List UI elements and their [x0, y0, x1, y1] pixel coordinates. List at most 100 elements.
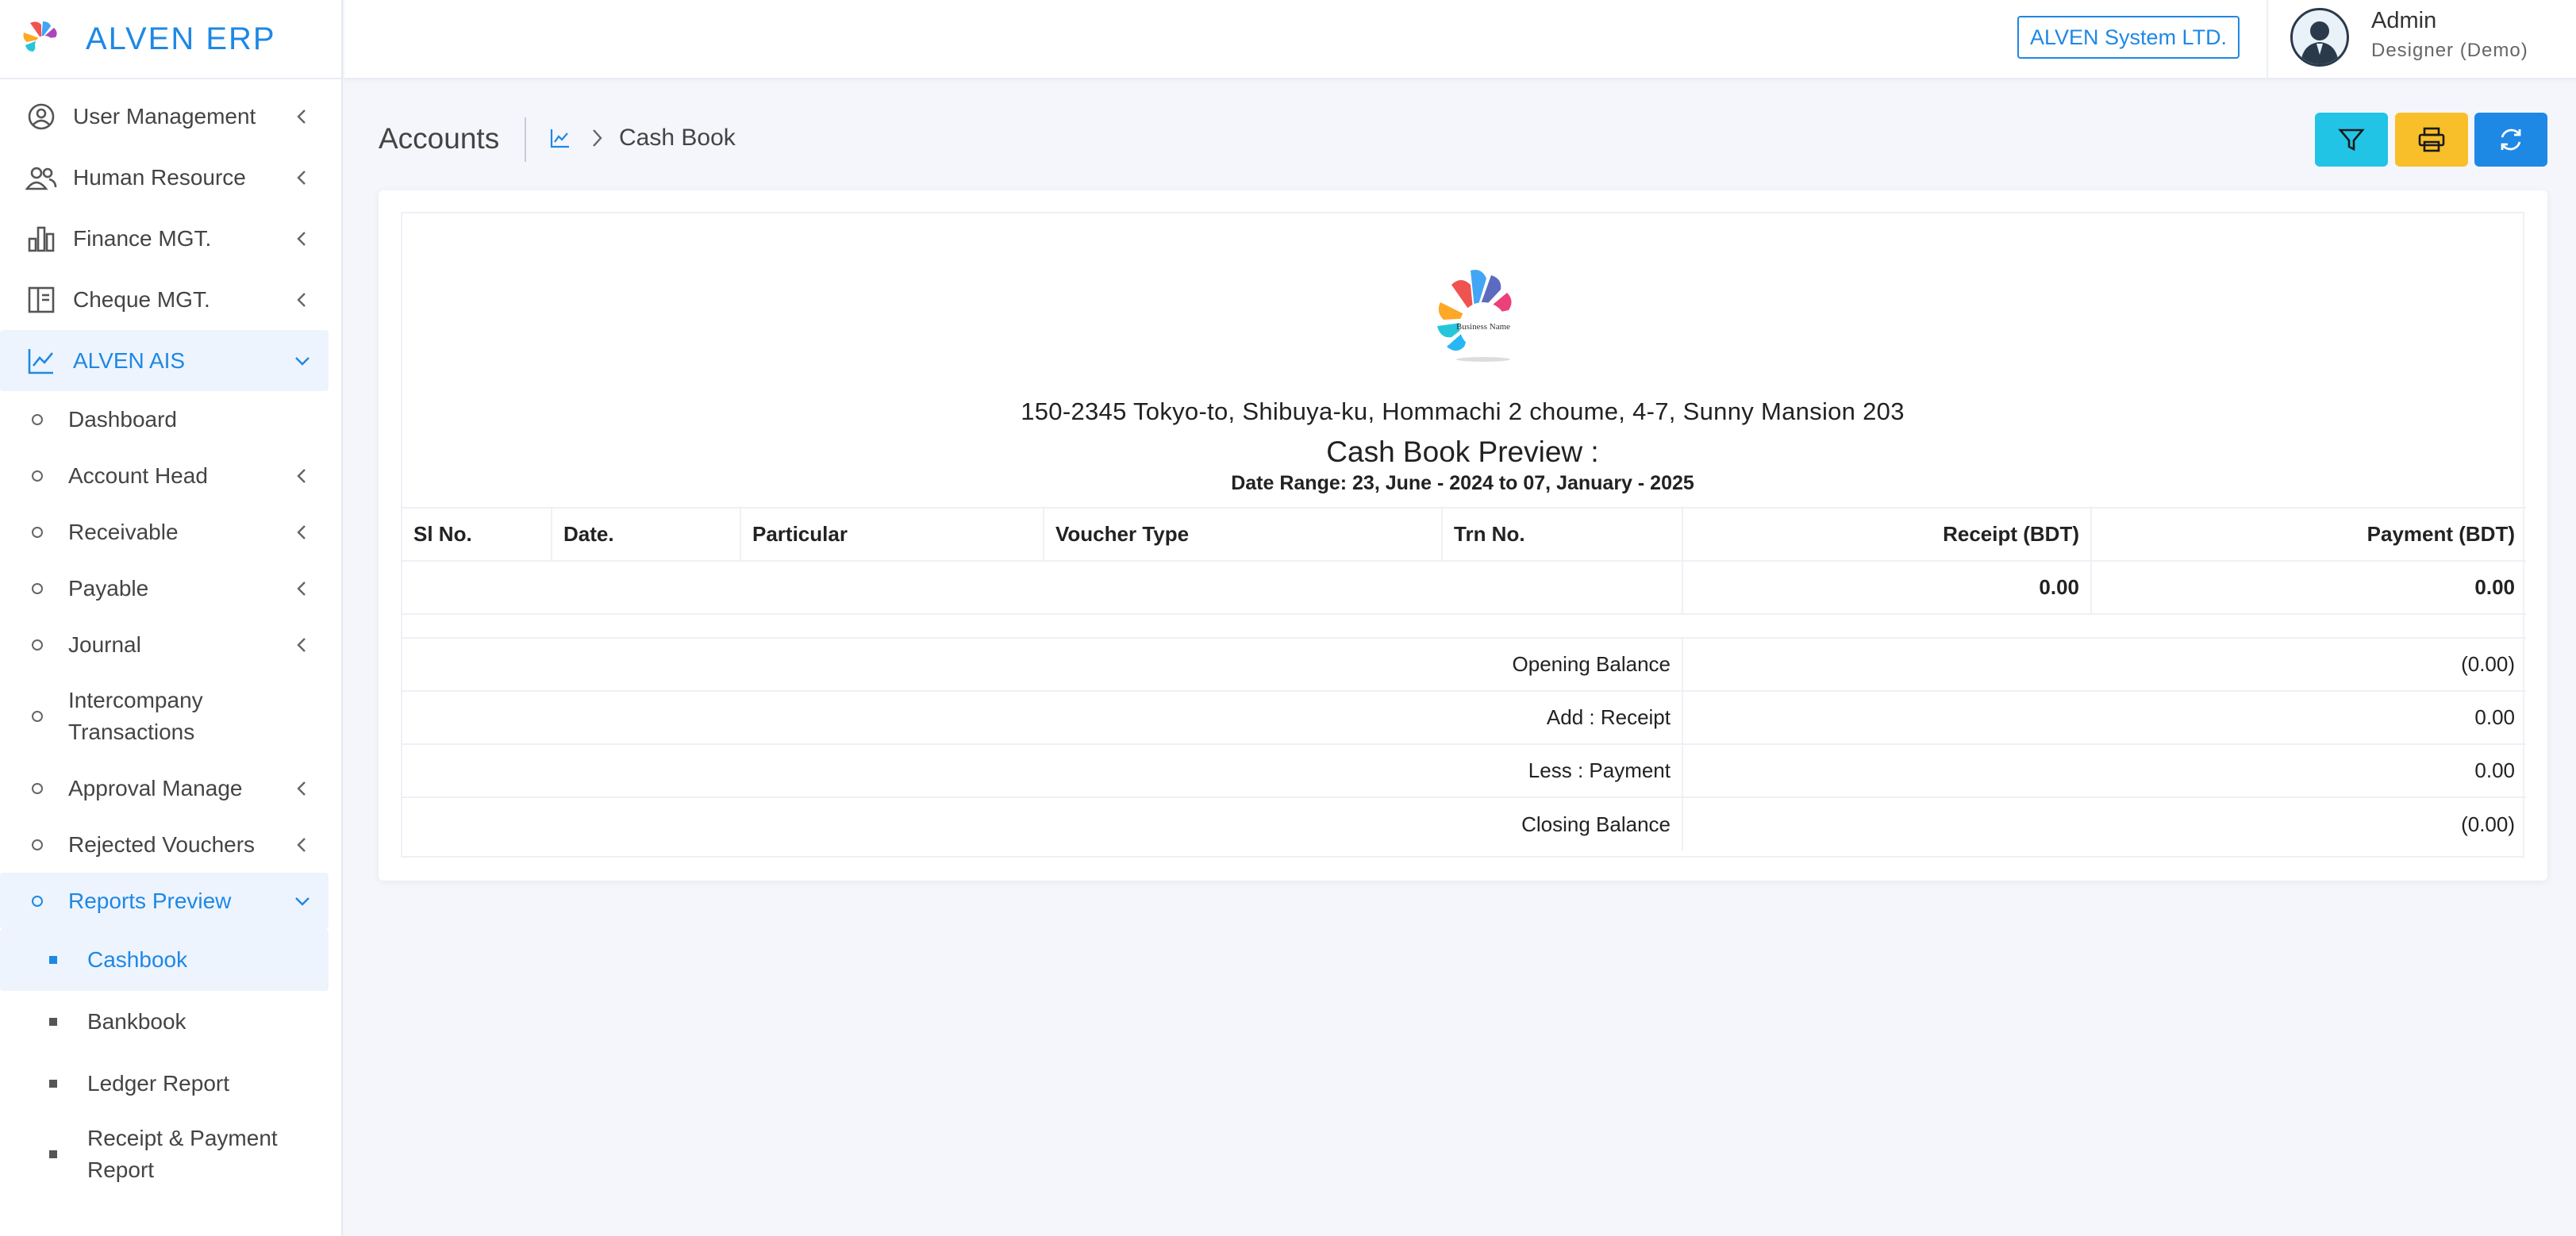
avatar[interactable]: [2290, 8, 2349, 67]
app-name: ALVEN ERP: [86, 21, 276, 56]
cheque-icon: [24, 282, 59, 317]
sidebar-subitem-dashboard[interactable]: Dashboard: [0, 391, 329, 447]
user-circle-icon: [24, 99, 59, 134]
date-range: Date Range: 23, June - 2024 to 07, Janua…: [1231, 472, 1694, 494]
sidebar-subitem-journal[interactable]: Journal: [0, 616, 329, 673]
summary-value: (0.00): [1682, 637, 2526, 691]
summary-value: (0.00): [1682, 796, 2526, 850]
topbar: [344, 0, 2576, 79]
circle-bullet-icon: [32, 639, 43, 651]
topbar-divider: [2266, 0, 2268, 79]
cash-book-table: Sl No. Date. Particular Voucher Type Trn…: [402, 507, 2526, 850]
brand[interactable]: ALVEN ERP: [0, 0, 341, 79]
column-header[interactable]: Voucher Type: [1044, 507, 1443, 561]
company-button[interactable]: ALVEN System LTD.: [2017, 16, 2240, 59]
sidebar-leaf-label: Bankbook: [87, 1009, 186, 1034]
chevron-left-icon: [297, 637, 306, 652]
sidebar-subitem-payable[interactable]: Payable: [0, 560, 329, 616]
spacer-row: [402, 613, 2526, 638]
totals-row: 0.00 0.00: [402, 560, 2526, 614]
chevron-left-icon: [297, 581, 306, 596]
user-role: Designer (Demo): [2371, 40, 2528, 61]
sidebar-item-finance-mgt[interactable]: Finance MGT.: [0, 208, 329, 269]
bar-chart-icon: [24, 221, 59, 256]
sidebar-leaf-bankbook[interactable]: Bankbook: [0, 991, 329, 1053]
sidebar-item-label: Human Resource: [73, 164, 246, 190]
sidebar: ALVEN ERP User Management Human Resource…: [0, 0, 343, 1236]
refresh-button[interactable]: [2474, 113, 2547, 167]
report-card: Business Name 150-2345 Tokyo-to, Shibuya…: [379, 190, 2547, 881]
circle-bullet-icon: [32, 470, 43, 482]
sidebar-subitem-label: Journal: [68, 631, 141, 657]
square-bullet-icon: [49, 1018, 57, 1026]
sidebar-leaf-label: Cashbook: [87, 947, 188, 972]
circle-bullet-icon: [32, 526, 43, 538]
payment-total: 0.00: [2091, 560, 2526, 614]
receipt-total: 0.00: [1682, 560, 2092, 614]
summary-label: Closing Balance: [402, 796, 1683, 850]
column-header[interactable]: Date.: [552, 507, 741, 561]
square-bullet-icon: [49, 1150, 57, 1158]
sidebar-subitem-label: Payable: [68, 575, 149, 601]
column-header[interactable]: Trn No.: [1442, 507, 1683, 561]
table-header-row: Sl No. Date. Particular Voucher Type Trn…: [402, 507, 2526, 561]
sidebar-item-human-resource[interactable]: Human Resource: [0, 147, 329, 208]
square-bullet-icon: [49, 1080, 57, 1088]
circle-bullet-icon: [32, 839, 43, 850]
sidebar-subitem-label: Intercompany Transactions: [68, 688, 203, 744]
sidebar-subitem-rejected-vouchers[interactable]: Rejected Vouchers: [0, 816, 329, 873]
sidebar-leaf-receipt-payment-report[interactable]: Receipt & Payment Report: [0, 1115, 329, 1194]
users-icon: [24, 160, 59, 195]
circle-bullet-icon: [32, 711, 43, 722]
summary-label: Add : Receipt: [402, 690, 1683, 744]
circle-bullet-icon: [32, 895, 43, 907]
sidebar-leaf-label: Receipt & Payment Report: [87, 1126, 278, 1182]
column-header[interactable]: Sl No.: [402, 507, 552, 561]
sidebar-subitem-reports-preview[interactable]: Reports Preview: [0, 873, 329, 929]
line-chart-icon: [24, 344, 59, 378]
business-logo: Business Name: [1437, 270, 1512, 362]
sidebar-item-cheque-mgt[interactable]: Cheque MGT.: [0, 269, 329, 330]
circle-bullet-icon: [32, 782, 43, 794]
sidebar-subitem-label: Reports Preview: [68, 888, 232, 913]
sidebar-subitem-intercompany-transactions[interactable]: Intercompany Transactions: [0, 673, 329, 760]
sidebar-item-alven-ais[interactable]: ALVEN AIS: [0, 330, 329, 391]
sidebar-leaf-cashbook[interactable]: Cashbook: [0, 929, 329, 991]
spacer-cell: [402, 613, 2526, 638]
company-address: 150-2345 Tokyo-to, Shibuya-ku, Hommachi …: [1021, 397, 1905, 425]
totals-empty-cell: [402, 560, 1683, 614]
filter-icon: [2338, 129, 2365, 152]
chevron-left-icon: [297, 292, 306, 307]
summary-row: Closing Balance (0.00): [402, 796, 2526, 850]
page-title: Accounts: [379, 122, 500, 155]
sidebar-leaf-ledger-report[interactable]: Ledger Report: [0, 1053, 329, 1115]
brand-logo-icon: [23, 21, 57, 55]
report-title: Cash Book Preview :: [1326, 436, 1599, 468]
chevron-left-icon: [297, 170, 306, 185]
summary-row: Less : Payment 0.00: [402, 743, 2526, 797]
chevron-left-icon: [297, 837, 306, 852]
line-chart-icon[interactable]: [549, 127, 571, 149]
filter-button[interactable]: [2315, 113, 2388, 167]
column-header[interactable]: Payment (BDT): [2091, 507, 2526, 561]
sidebar-subitem-account-head[interactable]: Account Head: [0, 447, 329, 504]
sidebar-subitem-approval-manage[interactable]: Approval Manage: [0, 760, 329, 816]
sidebar-item-label: ALVEN AIS: [73, 347, 186, 373]
sidebar-subitem-label: Approval Manage: [68, 775, 243, 800]
chevron-left-icon: [297, 109, 306, 124]
print-button[interactable]: [2395, 113, 2468, 167]
column-header[interactable]: Receipt (BDT): [1682, 507, 2092, 561]
refresh-icon: [2501, 129, 2521, 151]
sidebar-item-user-management[interactable]: User Management: [0, 86, 329, 147]
chevron-down-icon: [295, 356, 310, 366]
summary-label: Opening Balance: [402, 637, 1683, 691]
chevron-down-icon: [295, 896, 310, 906]
sidebar-subitem-label: Account Head: [68, 463, 208, 488]
user-name[interactable]: Admin: [2371, 8, 2436, 34]
breadcrumb-current: Cash Book: [619, 125, 736, 151]
summary-row: Add : Receipt 0.00: [402, 690, 2526, 744]
chevron-right-icon: [593, 129, 602, 147]
user-avatar-icon: [2301, 21, 2339, 64]
sidebar-subitem-receivable[interactable]: Receivable: [0, 504, 329, 560]
column-header[interactable]: Particular: [740, 507, 1044, 561]
